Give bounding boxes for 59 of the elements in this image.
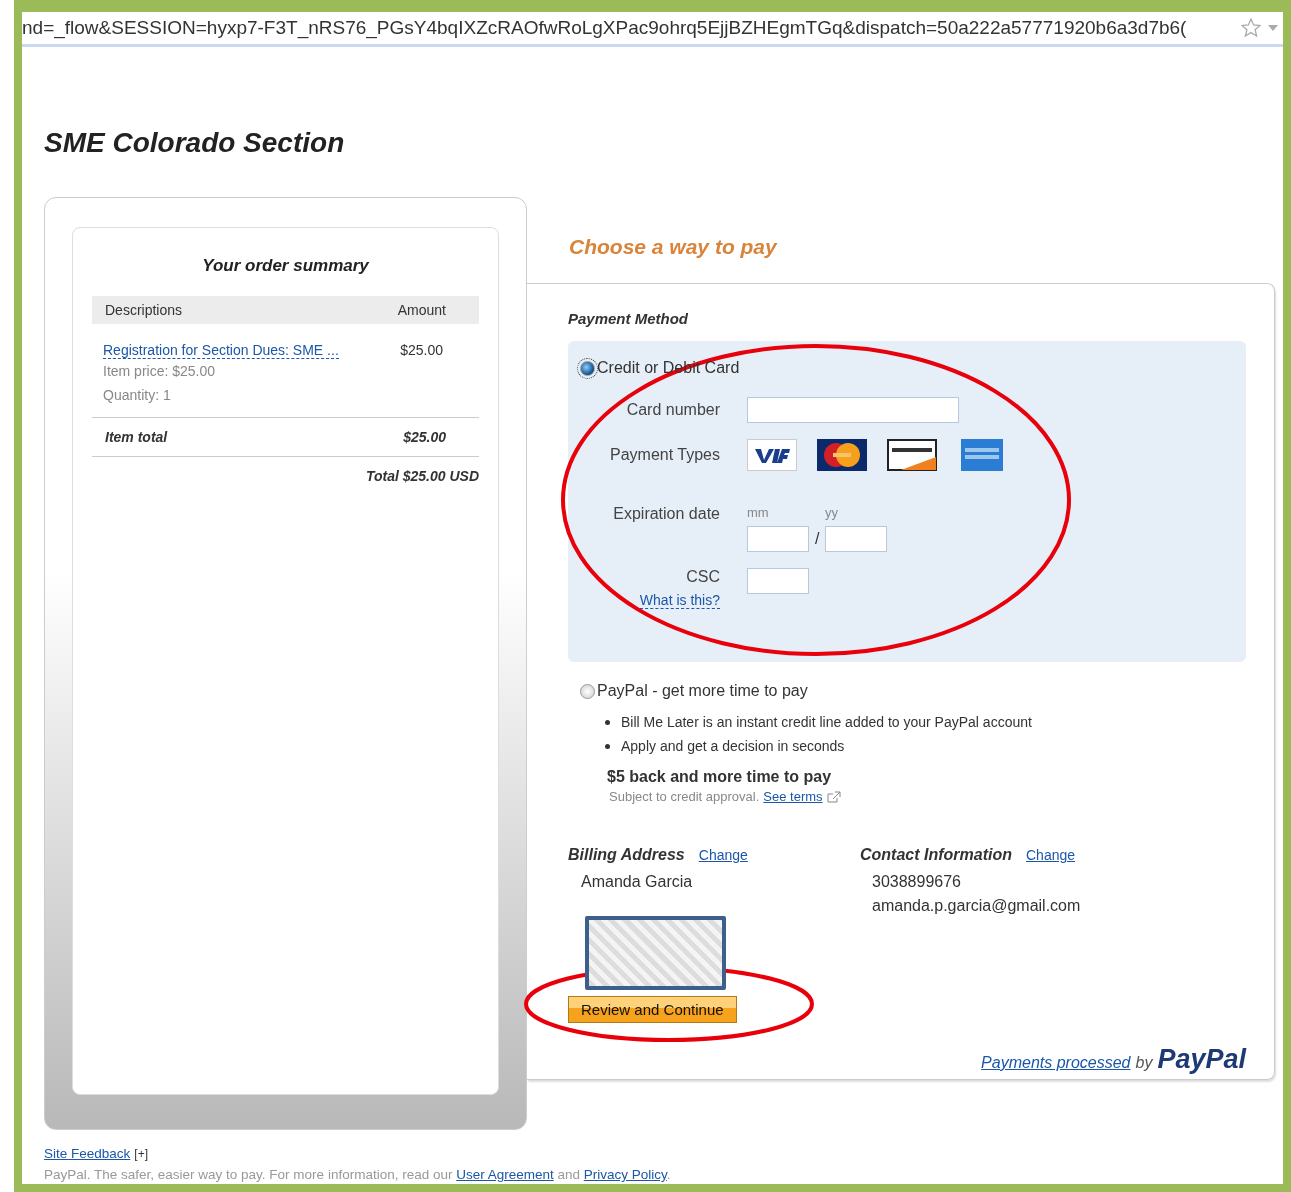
help-link[interactable]: What is this? (639, 592, 720, 609)
column-header: Amount (397, 302, 446, 318)
item-total-value: $25.00 (403, 429, 446, 445)
bullet-text: Bill Me Later is an instant credit line added to your PayPal account (621, 714, 1032, 730)
payments-processed-link[interactable]: Payments processed (981, 1054, 1131, 1072)
paypal-logo: PayPal (1157, 1044, 1246, 1075)
order-summary-title: Your order summary (201, 256, 370, 276)
month-hint: mm (747, 505, 770, 520)
option-label[interactable]: PayPal - get more time to pay (597, 682, 808, 700)
field-label: CSC (686, 568, 720, 586)
dropdown-icon[interactable] (1267, 23, 1279, 33)
section-heading: Choose a way to pay (569, 235, 779, 259)
bullet-icon (605, 743, 610, 749)
csc-field[interactable] (747, 568, 809, 594)
address-bar[interactable]: nd=_flow&SESSION=hyxp7-F3T_nRS76_PGsY4bqIXZcRAOfwRoLgXPac9ohrq5EjjBZHEgmTGq&dispatch=50a222a57771920b6a3d7b6( (22, 12, 1283, 47)
review-continue-button[interactable]: Review and Continue (568, 996, 737, 1023)
privacy-policy-link[interactable]: Privacy Policy (583, 1167, 667, 1182)
change-link[interactable]: Change (1026, 847, 1076, 863)
date-separator: / (815, 530, 820, 548)
month-field[interactable] (747, 526, 809, 552)
radio-button[interactable] (580, 683, 595, 699)
item-quantity: Quantity: 1 (103, 387, 172, 403)
column-header: Descriptions (105, 302, 183, 318)
url-text: nd=_flow&SESSION=hyxp7-F3T_nRS76_PGsY4bqIXZcRAOfwRoLgXPac9ohrq5EjjBZHEgmTGq&dispatch=50a222a57771920b6a3d7b6( (22, 17, 1187, 39)
field-label: Expiration date (612, 505, 720, 523)
contact-line: 3038899676 (872, 872, 962, 892)
user-agreement-link[interactable]: User Agreement (456, 1167, 554, 1182)
order-total: Total $25.00 USD (364, 468, 479, 484)
radio-button[interactable] (580, 360, 595, 376)
contact-line: amanda.p.garcia@gmail.com (872, 896, 1082, 916)
promo-title: $5 back and more time to pay (607, 768, 833, 786)
bullet-text: Apply and get a decision in seconds (621, 738, 845, 754)
feedback-link[interactable]: Site Feedback (44, 1146, 131, 1161)
item-total-label: Item total (105, 429, 168, 445)
contact-heading: Contact Information (860, 846, 1012, 864)
year-field[interactable] (825, 526, 888, 552)
promo-note: Subject to credit approval. (609, 789, 760, 804)
field-label: Card number (625, 401, 720, 419)
card-number-field[interactable] (747, 397, 959, 423)
item-amount: $25.00 (400, 342, 443, 359)
change-link[interactable]: Change (698, 847, 748, 863)
card-logo-icon (817, 439, 867, 471)
year-hint: yy (825, 505, 838, 520)
merchant-title: SME Colorado Section (44, 127, 346, 159)
bullet-icon (605, 719, 610, 725)
field-label: Payment Types (609, 446, 720, 464)
star-icon[interactable] (1241, 18, 1261, 38)
by-text: by (1135, 1054, 1153, 1072)
billing-heading: Billing Address (568, 846, 685, 864)
external-link-icon (826, 790, 841, 803)
address-line: Amanda Garcia (581, 872, 694, 892)
card-logo-icon (747, 439, 797, 471)
expand-toggle[interactable]: [+] (134, 1147, 148, 1161)
payment-method-label: Payment Method (568, 310, 689, 327)
footer-notice: PayPal. The safer, easier way to pay. For more information, read our User Agreement and Privacy Policy. (44, 1167, 672, 1182)
item-price: Item price: $25.00 (103, 363, 217, 379)
terms-link[interactable]: See terms (763, 789, 823, 804)
item-link[interactable]: Registration for Section Dues: SME ... (103, 342, 339, 359)
card-logo-icon (887, 439, 937, 471)
